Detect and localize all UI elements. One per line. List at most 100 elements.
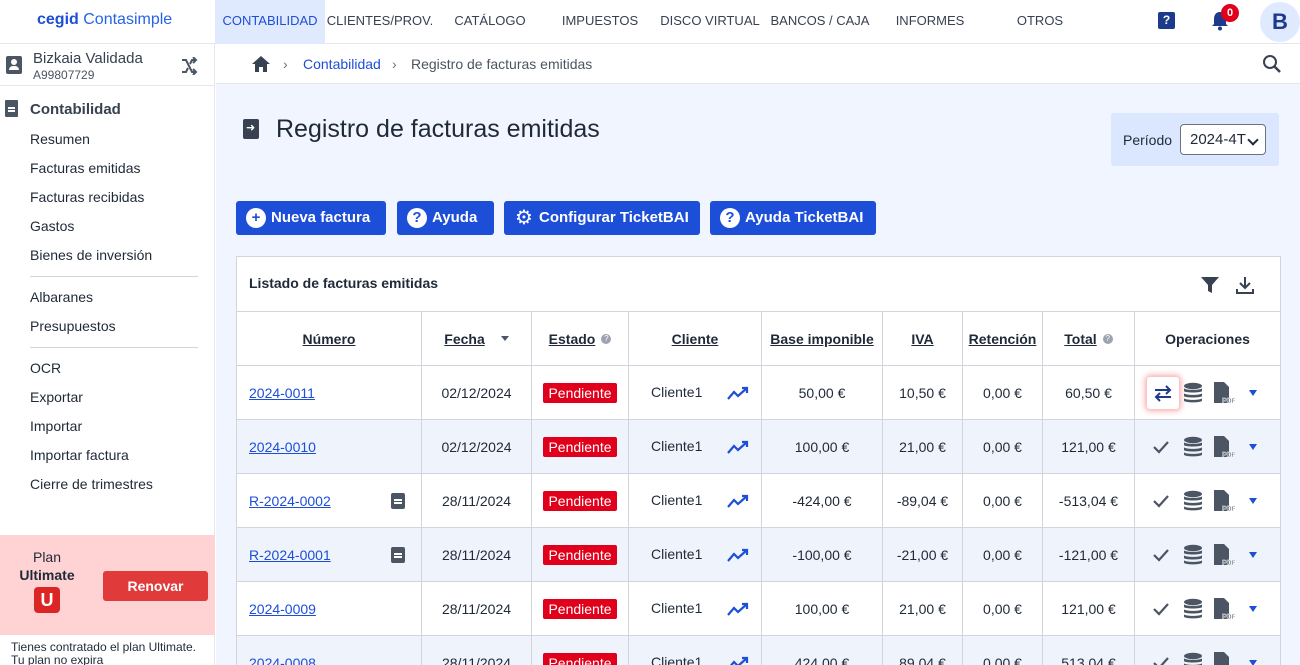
sidebar-item-facturas-emitidas[interactable]: Facturas emitidas bbox=[30, 160, 140, 176]
header-cliente[interactable]: Cliente bbox=[628, 312, 761, 365]
trend-icon[interactable] bbox=[727, 548, 749, 562]
nav-contabilidad[interactable]: CONTABILIDAD bbox=[215, 0, 325, 44]
header-retencion[interactable]: Retención bbox=[962, 312, 1042, 365]
help-button[interactable]: ? Ayuda bbox=[397, 201, 494, 235]
header-iva[interactable]: IVA bbox=[882, 312, 962, 365]
breadcrumb-contabilidad[interactable]: Contabilidad bbox=[303, 56, 381, 72]
info-icon[interactable]: ? bbox=[1102, 333, 1113, 344]
nav-bancos-caja[interactable]: BANCOS / CAJA bbox=[765, 0, 875, 44]
more-options-icon[interactable] bbox=[1249, 444, 1257, 450]
table-row: R-2024-0001 28/11/2024 Pendiente Cliente1 -1… bbox=[237, 527, 1280, 581]
sidebar-item-gastos[interactable]: Gastos bbox=[30, 218, 74, 234]
nav-impuestos[interactable]: IMPUESTOS bbox=[545, 0, 655, 44]
cell-cliente: Cliente1 bbox=[628, 366, 761, 419]
avatar[interactable]: B bbox=[1260, 2, 1300, 42]
more-options-icon[interactable] bbox=[1249, 660, 1257, 665]
header-estado[interactable]: Estado? bbox=[531, 312, 628, 365]
invoice-number-link[interactable]: R-2024-0002 bbox=[249, 493, 331, 509]
pdf-icon[interactable]: PDF bbox=[1211, 435, 1235, 459]
check-icon[interactable] bbox=[1149, 651, 1173, 665]
trend-icon[interactable] bbox=[727, 440, 749, 454]
sidebar-item-cierre-trimestres[interactable]: Cierre de trimestres bbox=[30, 476, 153, 492]
sidebar-item-importar-factura[interactable]: Importar factura bbox=[30, 447, 129, 463]
more-options-icon[interactable] bbox=[1249, 498, 1257, 504]
company-selector[interactable]: Bizkaia Validada A99807729 bbox=[0, 44, 215, 86]
period-select[interactable]: 2024-4T bbox=[1180, 124, 1266, 155]
sidebar: Bizkaia Validada A99807729 Contabilidad … bbox=[0, 44, 215, 665]
more-options-icon[interactable] bbox=[1249, 552, 1257, 558]
sort-desc-icon[interactable] bbox=[500, 336, 509, 341]
logo[interactable]: cegid Contasimple bbox=[37, 11, 172, 29]
sidebar-item-resumen[interactable]: Resumen bbox=[30, 131, 90, 147]
question-icon[interactable]: ? bbox=[1158, 12, 1175, 29]
invoice-number-link[interactable]: R-2024-0001 bbox=[249, 547, 331, 563]
sidebar-item-albaranes[interactable]: Albaranes bbox=[30, 289, 93, 305]
gear-icon: ⚙ bbox=[515, 207, 533, 229]
nav-clientes[interactable]: CLIENTES/PROV. bbox=[325, 0, 435, 44]
pdf-icon[interactable]: PDF bbox=[1211, 543, 1235, 567]
document-icon[interactable] bbox=[391, 493, 405, 509]
database-icon[interactable] bbox=[1181, 381, 1205, 405]
cell-cliente: Cliente1 bbox=[628, 528, 761, 581]
header-total[interactable]: Total? bbox=[1042, 312, 1134, 365]
nav-otros[interactable]: OTROS bbox=[985, 0, 1095, 44]
trend-icon[interactable] bbox=[727, 602, 749, 616]
cell-estado: Pendiente bbox=[531, 636, 628, 665]
cell-estado: Pendiente bbox=[531, 582, 628, 635]
sidebar-item-ocr[interactable]: OCR bbox=[30, 360, 61, 376]
header-base[interactable]: Base imponible bbox=[761, 312, 882, 365]
check-icon[interactable] bbox=[1149, 543, 1173, 567]
cell-cliente: Cliente1 bbox=[628, 420, 761, 473]
cell-estado: Pendiente bbox=[531, 366, 628, 419]
cell-cliente: Cliente1 bbox=[628, 474, 761, 527]
invoice-number-link[interactable]: 2024-0009 bbox=[249, 601, 316, 617]
database-icon[interactable] bbox=[1181, 489, 1205, 513]
check-icon[interactable] bbox=[1149, 435, 1173, 459]
download-icon[interactable] bbox=[1235, 275, 1255, 295]
pdf-icon[interactable]: PDF bbox=[1211, 597, 1235, 621]
more-options-icon[interactable] bbox=[1249, 606, 1257, 612]
invoice-number-link[interactable]: 2024-0008 bbox=[249, 655, 316, 665]
switch-company-icon[interactable] bbox=[180, 57, 198, 75]
header-fecha[interactable]: Fecha bbox=[421, 312, 531, 365]
new-invoice-button[interactable]: + Nueva factura bbox=[236, 201, 386, 235]
database-icon[interactable] bbox=[1181, 597, 1205, 621]
pdf-icon[interactable]: PDF bbox=[1211, 489, 1235, 513]
sidebar-item-presupuestos[interactable]: Presupuestos bbox=[30, 318, 116, 334]
configure-ticketbai-button[interactable]: ⚙ Configurar TicketBAI bbox=[504, 201, 700, 235]
trend-icon[interactable] bbox=[727, 656, 749, 665]
sidebar-item-bienes-inversion[interactable]: Bienes de inversión bbox=[30, 247, 152, 263]
document-icon[interactable] bbox=[391, 547, 405, 563]
cell-numero: 2024-0009 bbox=[237, 582, 421, 635]
status-badge: Pendiente bbox=[543, 652, 617, 665]
filter-icon[interactable] bbox=[1200, 275, 1220, 295]
database-icon[interactable] bbox=[1181, 543, 1205, 567]
transfer-icon[interactable] bbox=[1151, 381, 1175, 405]
search-icon[interactable] bbox=[1262, 54, 1282, 74]
pdf-icon[interactable]: PDF bbox=[1211, 651, 1235, 665]
invoice-number-link[interactable]: 2024-0010 bbox=[249, 439, 316, 455]
sidebar-item-importar[interactable]: Importar bbox=[30, 418, 82, 434]
sidebar-item-facturas-recibidas[interactable]: Facturas recibidas bbox=[30, 189, 144, 205]
nav-disco-virtual[interactable]: DISCO VIRTUAL bbox=[655, 0, 765, 44]
check-icon[interactable] bbox=[1149, 597, 1173, 621]
table-row: 2024-0009 28/11/2024 Pendiente Cliente1 100,… bbox=[237, 581, 1280, 635]
home-icon[interactable] bbox=[251, 55, 271, 73]
database-icon[interactable] bbox=[1181, 435, 1205, 459]
nav-catalogo[interactable]: CATÁLOGO bbox=[435, 0, 545, 44]
nav-informes[interactable]: INFORMES bbox=[875, 0, 985, 44]
header-numero[interactable]: Número bbox=[237, 312, 421, 365]
invoice-number-link[interactable]: 2024-0011 bbox=[249, 385, 315, 401]
trend-icon[interactable] bbox=[727, 386, 749, 400]
info-icon[interactable]: ? bbox=[601, 333, 612, 344]
database-icon[interactable] bbox=[1181, 651, 1205, 665]
plus-icon: + bbox=[246, 208, 266, 228]
trend-icon[interactable] bbox=[727, 494, 749, 508]
sidebar-item-exportar[interactable]: Exportar bbox=[30, 389, 83, 405]
client-name: Cliente1 bbox=[651, 492, 703, 508]
pdf-icon[interactable]: PDF bbox=[1211, 381, 1235, 405]
more-options-icon[interactable] bbox=[1249, 390, 1257, 396]
ticketbai-help-button[interactable]: ? Ayuda TicketBAI bbox=[710, 201, 876, 235]
check-icon[interactable] bbox=[1149, 489, 1173, 513]
renew-button[interactable]: Renovar bbox=[103, 571, 208, 601]
